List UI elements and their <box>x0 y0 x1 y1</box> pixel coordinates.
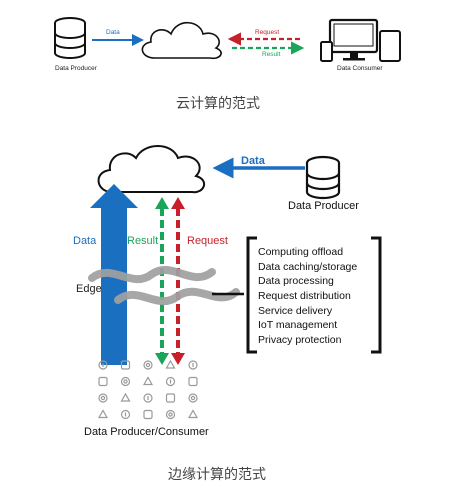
edge-function-item: Data caching/storage <box>258 260 358 273</box>
left-bracket <box>246 236 257 354</box>
edge-label: Edge <box>76 283 102 295</box>
edge-function-item: Service delivery <box>258 304 333 317</box>
data-label: Data <box>241 155 265 167</box>
request-label: Request <box>187 235 228 247</box>
producer-label: Data Producer <box>288 200 359 212</box>
gear-icon <box>120 376 131 387</box>
edge-function-item: Data processing <box>258 275 334 288</box>
edge-paradigm-caption: 边缘计算的范式 <box>168 467 266 483</box>
consumer-devices-icon <box>320 18 401 62</box>
eye-icon <box>188 376 198 387</box>
edge-function-item: IoT management <box>258 319 338 332</box>
tv-icon <box>165 409 176 420</box>
washer-icon <box>98 393 108 403</box>
device-icon-grid <box>97 359 199 420</box>
producer-consumer-label: Data Producer/Consumer <box>84 426 209 438</box>
result-label: Result <box>262 51 281 58</box>
result-arrowhead-up <box>155 197 169 209</box>
consumer-label: Data Consumer <box>337 65 383 72</box>
edge-function-list: Computing offload Data caching/storage D… <box>258 245 357 348</box>
car-icon <box>120 392 131 402</box>
result-label: Result <box>127 235 159 247</box>
data-label: Data <box>73 235 97 247</box>
edge-function-item: Request distribution <box>258 290 351 303</box>
speaker-icon <box>188 360 198 370</box>
power-icon <box>98 376 108 387</box>
monitor-icon <box>188 393 198 403</box>
fridge-icon <box>143 409 153 420</box>
watch-icon <box>187 409 199 419</box>
database-icon <box>305 155 341 200</box>
thermostat-icon <box>165 376 176 387</box>
request-arrowhead-up <box>171 197 185 209</box>
cloud-icon <box>141 21 222 60</box>
edge-function-item: Privacy protection <box>258 334 342 347</box>
wifi-icon <box>143 393 153 403</box>
leaf-icon <box>120 409 131 420</box>
gauge-icon <box>165 359 176 369</box>
lock-icon <box>143 360 153 370</box>
result-arrowhead-down <box>155 353 169 365</box>
database-icon <box>54 17 86 59</box>
right-bracket <box>371 236 382 354</box>
house-icon <box>142 376 154 386</box>
edge-function-item: Computing offload <box>258 246 344 258</box>
producer-label: Data Producer <box>55 65 97 72</box>
cloud-paradigm-caption: 云计算的范式 <box>176 96 260 112</box>
paradigm-diagrams <box>54 17 401 420</box>
data-label: Data <box>106 29 120 36</box>
camera-icon <box>165 393 176 403</box>
phone-icon <box>97 409 109 419</box>
request-label: Request <box>255 29 280 36</box>
request-arrowhead-down <box>171 353 185 365</box>
